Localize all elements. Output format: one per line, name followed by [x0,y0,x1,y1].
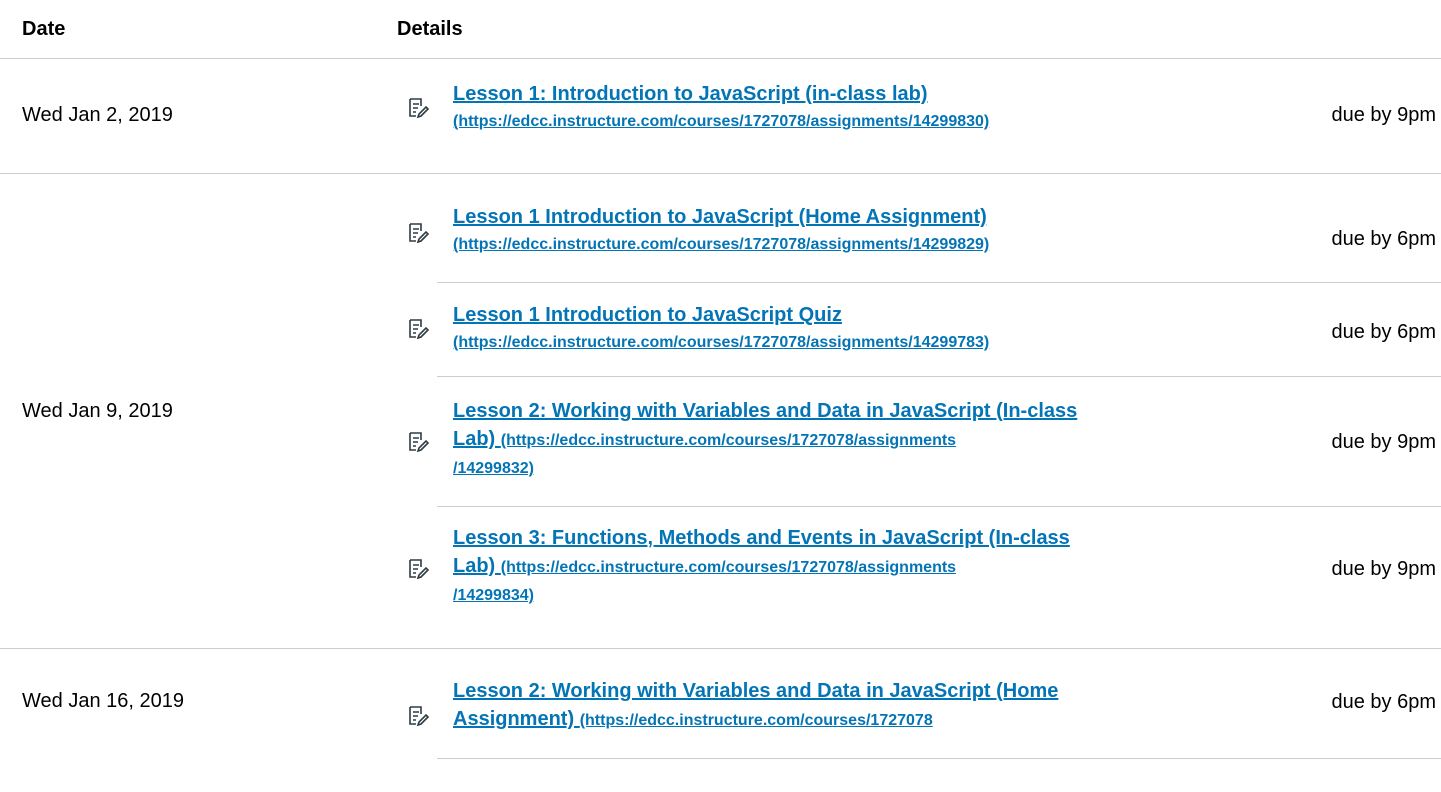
row-date: Wed Jan 2, 2019 [22,104,173,126]
header-divider [0,58,1441,59]
assignment-title-line: Lesson 3: Functions, Methods and Events … [453,527,1070,549]
assignment-title-line: Lesson 2: Working with Variables and Dat… [453,400,1078,422]
assignment-url-line: (https://edcc.instructure.com/courses/17… [453,113,990,130]
column-header-details: Details [397,18,463,40]
assignment-link[interactable]: Lesson 1 Introduction to JavaScript (Hom… [453,203,1273,259]
assignment-link[interactable]: Lesson 2: Working with Variables and Dat… [453,677,1273,735]
assignment-icon [409,223,429,244]
item-divider [437,282,1441,283]
assignment-title-line: Lesson 2: Working with Variables and Dat… [453,680,1059,702]
assignment-icon [409,706,429,727]
assignment-url-line: (https://edcc.instructure.com/courses/17… [453,236,990,253]
assignment-title-line: Assignment) [453,708,580,730]
row-divider [0,173,1441,174]
assignment-link[interactable]: Lesson 1 Introduction to JavaScript Quiz… [453,301,1273,357]
column-header-date: Date [22,18,66,40]
assignment-url-line: (https://edcc.instructure.com/courses/17… [500,559,957,576]
assignment-title-line: Lesson 1 Introduction to JavaScript (Hom… [453,206,987,228]
row-date: Wed Jan 16, 2019 [22,690,184,712]
row-divider [0,648,1441,649]
row-date: Wed Jan 9, 2019 [22,400,173,422]
assignment-icon [409,432,429,453]
due-time: due by 9pm [1331,431,1436,453]
assignment-icon [409,559,429,580]
assignment-title-line: Lesson 1 Introduction to JavaScript Quiz [453,304,842,326]
assignment-link[interactable]: Lesson 1: Introduction to JavaScript (in… [453,80,1273,136]
due-time: due by 6pm [1331,228,1436,250]
assignment-icon [409,319,429,340]
due-time: due by 6pm [1331,321,1436,343]
assignment-url-line: /14299834) [453,587,534,604]
assignment-url-line: (https://edcc.instructure.com/courses/17… [453,334,990,351]
item-divider [437,376,1441,377]
assignment-link[interactable]: Lesson 2: Working with Variables and Dat… [453,397,1273,483]
assignment-link[interactable]: Lesson 3: Functions, Methods and Events … [453,524,1273,610]
assignment-url-line: /14299832) [453,460,534,477]
assignment-title-line: Lab) [453,428,501,450]
due-time: due by 9pm [1331,558,1436,580]
item-divider [437,506,1441,507]
item-divider [437,758,1441,759]
assignment-title-line: Lab) [453,555,501,577]
due-time: due by 9pm [1331,104,1436,126]
assignment-title-line: Lesson 1: Introduction to JavaScript (in… [453,83,928,105]
assignment-url-line: (https://edcc.instructure.com/courses/17… [579,712,933,729]
due-time: due by 6pm [1331,691,1436,713]
assignment-icon [409,98,429,119]
assignment-url-line: (https://edcc.instructure.com/courses/17… [500,432,957,449]
